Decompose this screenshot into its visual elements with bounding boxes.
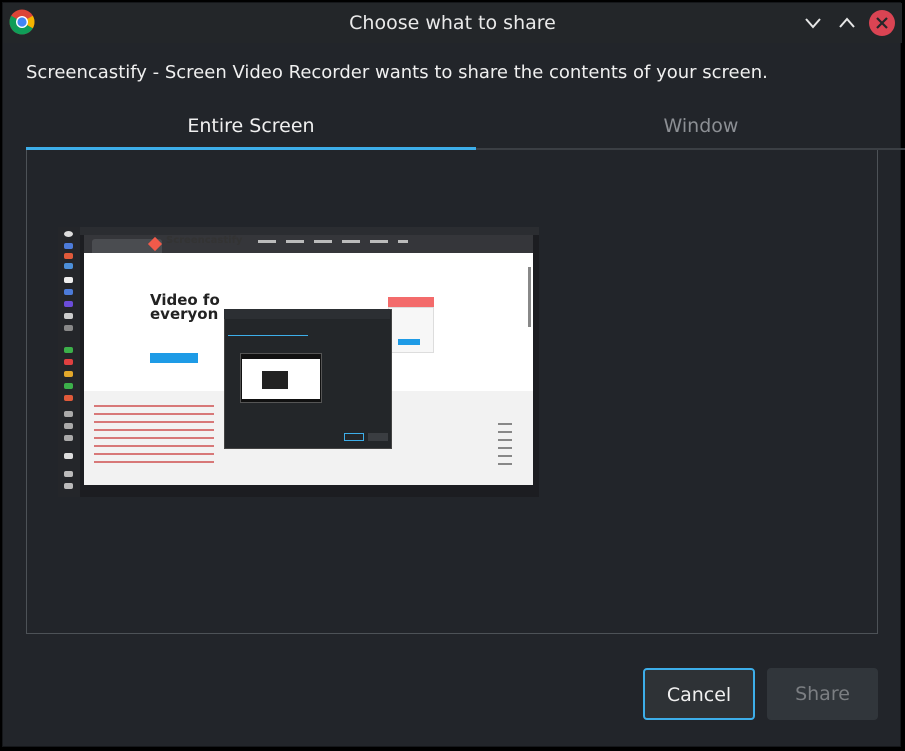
thumb-share-dialog-title	[224, 309, 390, 319]
thumb-topbar	[80, 227, 539, 235]
tab-window[interactable]: Window	[476, 110, 905, 150]
tab-entire-screen[interactable]: Entire Screen	[26, 110, 476, 150]
title-bar[interactable]: Choose what to share	[3, 3, 902, 43]
thumb-code	[94, 405, 214, 465]
thumb-card	[388, 307, 434, 353]
maximize-icon[interactable]	[835, 11, 859, 35]
thumb-scrollbar	[528, 267, 531, 327]
thumb-share-dialog-inner	[262, 371, 288, 389]
thumb-share-dialog-tab	[228, 335, 308, 336]
source-list-panel: Screencastify Video fo everyon	[26, 150, 878, 634]
share-button[interactable]: Share	[767, 668, 878, 720]
minimize-icon[interactable]	[801, 11, 825, 35]
window-title: Choose what to share	[349, 12, 556, 34]
thumb-cta	[150, 353, 198, 363]
cancel-button[interactable]: Cancel	[643, 668, 755, 720]
screen-thumbnail[interactable]: Screencastify Video fo everyon	[58, 227, 539, 497]
share-request-message: Screencastify - Screen Video Recorder wa…	[26, 62, 768, 83]
thumb-code-gutter	[498, 423, 512, 467]
thumb-card-header	[388, 297, 434, 307]
thumb-headline: Video fo everyon	[150, 291, 220, 323]
thumb-logo-text: Screencastify	[166, 235, 243, 246]
thumb-nav	[258, 240, 408, 243]
thumb-share-dialog-button	[368, 433, 388, 441]
thumb-share-dialog-button	[344, 433, 364, 441]
share-dialog: Choose what to share Screencastify - Scr…	[2, 2, 905, 747]
thumb-taskbar	[58, 227, 80, 497]
close-icon[interactable]	[869, 10, 895, 36]
thumb-card-button	[398, 339, 420, 345]
